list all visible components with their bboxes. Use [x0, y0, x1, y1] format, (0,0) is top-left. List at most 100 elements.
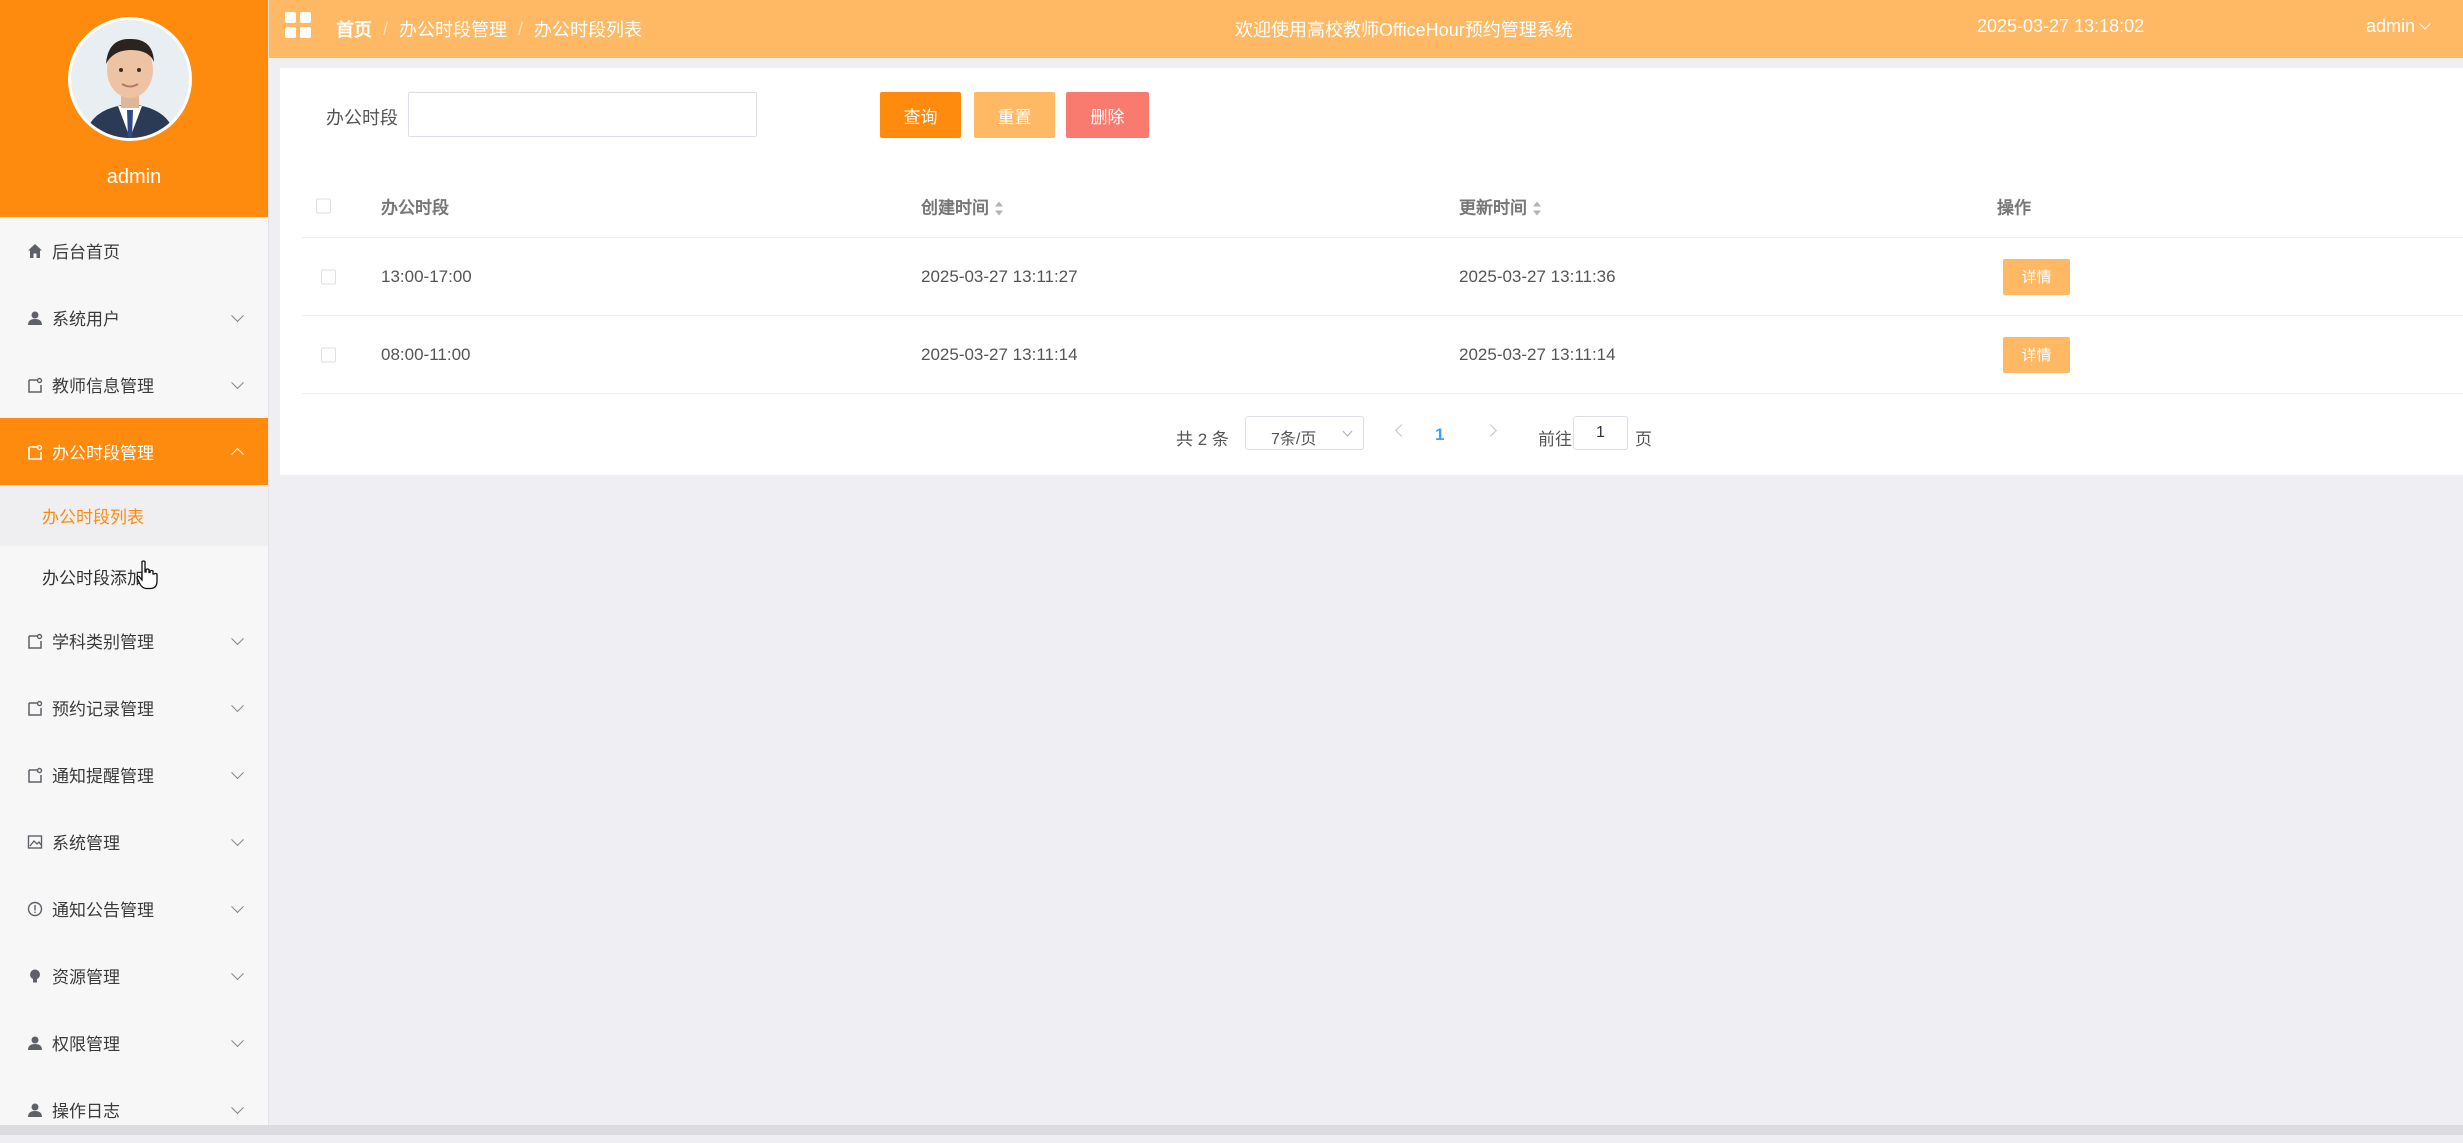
- hand-cursor-icon: [136, 560, 158, 590]
- sidebar-item-reminders[interactable]: 通知提醒管理: [0, 741, 268, 808]
- sidebar-item-label: 通知提醒管理: [52, 767, 154, 786]
- sidebar-item-label: 资源管理: [52, 968, 120, 987]
- sidebar-item-resources[interactable]: 资源管理: [0, 942, 268, 1009]
- table-row: 08:00-11:00 2025-03-27 13:11:14 2025-03-…: [302, 316, 2463, 394]
- breadcrumb-separator: /: [383, 18, 389, 39]
- sidebar-item-label: 办公时段管理: [52, 444, 154, 463]
- chevron-up-icon: [231, 447, 244, 461]
- submenu-item-label: 办公时段添加: [42, 569, 144, 588]
- sort-icon[interactable]: [1533, 201, 1542, 217]
- breadcrumb-separator: /: [518, 18, 524, 39]
- sidebar-item-label: 系统用户: [52, 310, 120, 329]
- select-all-checkbox[interactable]: [316, 198, 331, 213]
- column-header-updated[interactable]: 更新时间: [1459, 193, 1542, 218]
- column-header-label: 更新时间: [1459, 198, 1527, 217]
- doc-icon: [26, 632, 43, 649]
- sort-icon[interactable]: [995, 201, 1004, 217]
- info-icon: [26, 900, 43, 917]
- sidebar-item-label: 教师信息管理: [52, 377, 154, 396]
- profile-name: admin: [106, 166, 162, 188]
- sidebar-item-label: 通知公告管理: [52, 901, 154, 920]
- query-button[interactable]: 查询: [880, 92, 961, 138]
- sidebar-item-office-hours[interactable]: 办公时段管理: [0, 418, 268, 485]
- column-header-period: 办公时段: [381, 198, 449, 217]
- sidebar-item-subjects[interactable]: 学科类别管理: [0, 607, 268, 674]
- submenu-item-office-hours-add[interactable]: 办公时段添加: [0, 546, 268, 607]
- row-checkbox[interactable]: [321, 269, 336, 284]
- cell-created: 2025-03-27 13:11:14: [921, 344, 1078, 364]
- user-name: admin: [2365, 16, 2415, 36]
- profile-panel: admin: [0, 0, 268, 217]
- detail-button[interactable]: 详情: [2003, 258, 2070, 295]
- page-size-select[interactable]: 7条/页: [1245, 416, 1364, 450]
- breadcrumb-current: 办公时段列表: [534, 20, 643, 40]
- chevron-down-icon: [231, 308, 244, 322]
- grid-menu-icon[interactable]: [285, 12, 311, 38]
- prev-page-icon[interactable]: [1395, 424, 1408, 437]
- pagination-total: 共 2 条: [1176, 430, 1229, 449]
- row-checkbox[interactable]: [321, 347, 336, 362]
- sidebar-item-teachers[interactable]: 教师信息管理: [0, 351, 268, 418]
- user-icon: [26, 1101, 43, 1118]
- sidebar-item-bookings[interactable]: 预约记录管理: [0, 674, 268, 741]
- chevron-down-icon: [231, 1100, 244, 1114]
- next-page-icon[interactable]: [1484, 424, 1497, 437]
- column-header-actions: 操作: [1997, 198, 2031, 217]
- goto-page-input[interactable]: [1573, 416, 1628, 450]
- pagination: 共 2 条 7条/页 1 前往 页: [280, 416, 2463, 452]
- goto-unit: 页: [1635, 430, 1652, 449]
- cell-created: 2025-03-27 13:11:27: [921, 266, 1078, 286]
- sidebar-item-announcements[interactable]: 通知公告管理: [0, 875, 268, 942]
- column-header-created[interactable]: 创建时间: [921, 193, 1004, 218]
- datetime-display: 2025-03-27 13:18:02: [1977, 16, 2145, 36]
- office-hours-table: 办公时段 创建时间 更新时间 操作 13:00-17:00 2025-03-27…: [302, 174, 2463, 394]
- reset-button[interactable]: 重置: [974, 92, 1055, 138]
- doc-icon: [26, 699, 43, 716]
- chevron-down-icon: [1342, 426, 1353, 437]
- top-header: 首页 / 办公时段管理 / 办公时段列表 欢迎使用高校教师OfficeHour预…: [269, 0, 2463, 58]
- cell-period: 13:00-17:00: [381, 266, 472, 286]
- breadcrumb-office-hours[interactable]: 办公时段管理: [399, 16, 507, 42]
- content-card: 办公时段 查询 重置 删除 办公时段 创建时间 更新时间 操作 13:00-17…: [280, 68, 2463, 475]
- cell-period: 08:00-11:00: [381, 344, 471, 364]
- detail-button[interactable]: 详情: [2003, 336, 2070, 373]
- picture-icon: [26, 833, 43, 850]
- submenu-item-label: 办公时段列表: [42, 508, 144, 527]
- office-hours-search-input[interactable]: [408, 92, 757, 137]
- sidebar-item-label: 学科类别管理: [52, 633, 154, 652]
- page-number-current[interactable]: 1: [1435, 425, 1444, 445]
- home-icon: [26, 242, 43, 259]
- chevron-down-icon: [231, 1033, 244, 1047]
- chevron-down-icon: [231, 832, 244, 846]
- sidebar-item-permissions[interactable]: 权限管理: [0, 1009, 268, 1076]
- table-header: 办公时段 创建时间 更新时间 操作: [302, 174, 2463, 238]
- page-size-value: 7条/页: [1271, 431, 1317, 448]
- submenu-item-office-hours-list[interactable]: 办公时段列表: [0, 485, 268, 546]
- user-dropdown[interactable]: admin: [2365, 16, 2431, 37]
- sidebar-item-system-settings[interactable]: 系统管理: [0, 808, 268, 875]
- sidebar-item-label: 预约记录管理: [52, 700, 154, 719]
- chevron-down-icon: [231, 765, 244, 779]
- chevron-down-icon: [231, 631, 244, 645]
- chevron-down-icon: [231, 966, 244, 980]
- sidebar-item-label: 操作日志: [52, 1102, 120, 1121]
- delete-button[interactable]: 删除: [1066, 92, 1149, 138]
- user-icon: [26, 309, 43, 326]
- sidebar-item-label: 权限管理: [52, 1035, 120, 1054]
- sidebar-item-label: 系统管理: [52, 834, 120, 853]
- doc-icon: [26, 443, 43, 460]
- bulb-icon: [26, 967, 43, 984]
- user-icon: [26, 1034, 43, 1051]
- doc-icon: [26, 766, 43, 783]
- search-label: 办公时段: [326, 108, 398, 128]
- sidebar-item-system-users[interactable]: 系统用户: [0, 284, 268, 351]
- sidebar-item-label: 后台首页: [52, 243, 120, 262]
- breadcrumb-home[interactable]: 首页: [336, 16, 372, 42]
- chevron-down-icon: [231, 899, 244, 913]
- cell-updated: 2025-03-27 13:11:36: [1459, 266, 1616, 286]
- bottom-scroll-strip: [0, 1125, 2463, 1135]
- sidebar-item-home[interactable]: 后台首页: [0, 217, 268, 284]
- column-header-label: 创建时间: [921, 198, 989, 217]
- avatar[interactable]: [71, 20, 189, 138]
- goto-label: 前往: [1538, 430, 1572, 449]
